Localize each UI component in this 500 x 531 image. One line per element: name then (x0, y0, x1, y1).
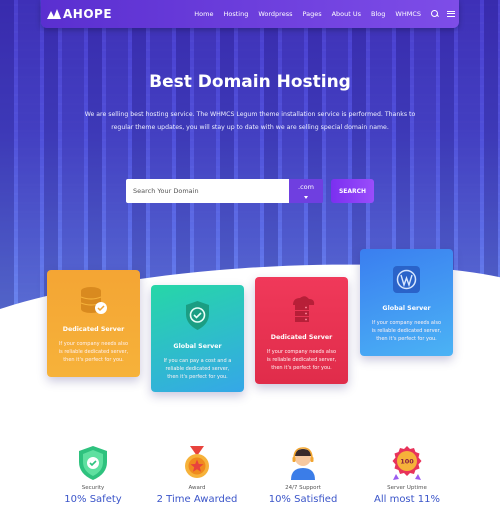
card-title: Dedicated Server (270, 334, 333, 341)
nav-item-home[interactable]: Home (194, 10, 213, 18)
page: AHOPE Home Hosting Wordpress Pages About… (0, 0, 500, 531)
feature-value: 10% Satisfied (268, 494, 338, 505)
shield-check-icon (79, 446, 107, 480)
database-check-icon (80, 287, 107, 314)
card-description: If you can pay a cost and a reliable ded… (163, 358, 232, 380)
nav-menu: Home Hosting Wordpress Pages About Us Bl… (184, 0, 455, 28)
award-medal-icon (185, 446, 209, 478)
nav-item-wordpress[interactable]: Wordpress (258, 10, 292, 18)
tld-value: .com (298, 183, 314, 191)
search-icon[interactable] (431, 10, 439, 18)
hamburger-menu-icon[interactable] (447, 11, 455, 17)
service-card-global-2[interactable]: Global Server If your company needs also… (360, 249, 453, 356)
card-description: If your company needs also is reliable d… (266, 349, 337, 371)
chevron-down-icon (304, 196, 308, 199)
nav-item-blog[interactable]: Blog (371, 10, 385, 18)
svg-text:100: 100 (400, 458, 414, 466)
feature-label: Award (188, 485, 206, 491)
support-agent-icon (291, 447, 315, 480)
feature-value: 10% Safety (64, 494, 122, 505)
feature-support: 24/7 Support 10% Satisfied (253, 444, 353, 505)
feature-value: 2 Time Awarded (156, 494, 238, 505)
nav-item-hosting[interactable]: Hosting (223, 10, 248, 18)
cloud-server-icon (293, 296, 315, 322)
feature-uptime: 100 Server Uptime All most 11% (357, 444, 457, 505)
tld-select[interactable]: .com (289, 179, 323, 203)
feature-award: Award 2 Time Awarded (147, 444, 247, 505)
wordpress-icon (393, 266, 420, 293)
hero-title: Best Domain Hosting (149, 72, 351, 92)
card-title: Global Server (382, 305, 431, 312)
feature-security: Security 10% Safety (43, 444, 143, 505)
feature-label: Security (81, 485, 105, 491)
feature-label: 24/7 Support (285, 485, 321, 491)
feature-label: Server Uptime (387, 485, 427, 491)
service-card-dedicated-2[interactable]: Dedicated Server If your company needs a… (255, 277, 348, 384)
feature-value: All most 11% (374, 494, 440, 505)
service-card-dedicated-1[interactable]: Dedicated Server If your company needs a… (47, 270, 140, 377)
logo-text: AHOPE (63, 7, 113, 21)
search-button[interactable]: SEARCH (331, 179, 374, 203)
mountain-logo-icon (47, 9, 61, 19)
hero-description: We are selling best hosting service. The… (84, 111, 416, 131)
card-title: Dedicated Server (62, 326, 125, 333)
shield-check-icon (186, 301, 209, 330)
card-description: If your company needs also is reliable d… (371, 320, 442, 342)
nav-item-pages[interactable]: Pages (302, 10, 321, 18)
logo[interactable]: AHOPE (47, 6, 112, 22)
service-card-global-1[interactable]: Global Server If you can pay a cost and … (151, 285, 244, 392)
card-description: If your company needs also is reliable d… (58, 341, 129, 363)
uptime-badge-icon: 100 (392, 446, 422, 480)
nav-item-about-us[interactable]: About Us (332, 10, 361, 18)
card-title: Global Server (173, 343, 222, 350)
navbar: AHOPE Home Hosting Wordpress Pages About… (41, 0, 459, 28)
domain-search-input[interactable] (126, 179, 289, 203)
nav-item-whmcs[interactable]: WHMCS (395, 10, 421, 18)
